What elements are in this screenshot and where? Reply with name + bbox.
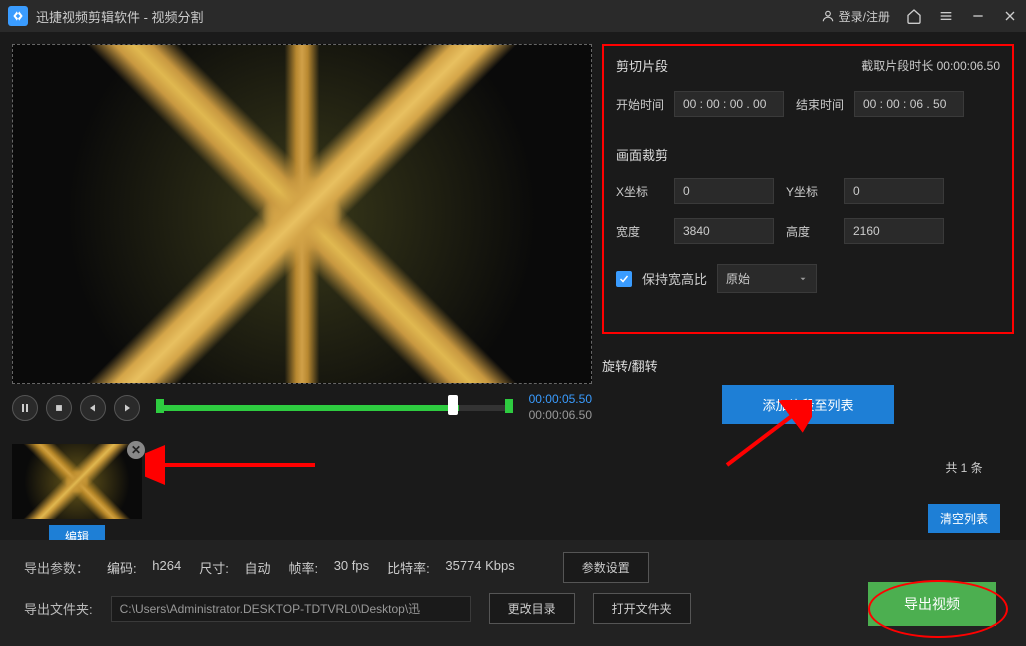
close-button[interactable]: [1002, 8, 1018, 24]
current-time: 00:00:05.50: [529, 392, 592, 408]
timeline-slider[interactable]: [156, 405, 513, 411]
segment-sidebar: 共 1 条 清空列表: [914, 444, 1014, 548]
pause-button[interactable]: [12, 395, 38, 421]
y-input[interactable]: [844, 178, 944, 204]
hamburger-icon: [938, 8, 954, 24]
playback-controls: 00:00:05.50 00:00:06.50: [12, 392, 592, 423]
home-button[interactable]: [906, 8, 922, 24]
prev-frame-button[interactable]: [80, 395, 106, 421]
param-settings-button[interactable]: 参数设置: [563, 552, 649, 583]
end-time-label: 结束时间: [796, 96, 846, 113]
app-logo: [8, 6, 28, 26]
check-icon: [618, 273, 630, 285]
menu-button[interactable]: [938, 8, 954, 24]
next-icon: [121, 402, 133, 414]
add-segment-button[interactable]: 添加片段至列表: [722, 385, 893, 424]
total-duration: 00:00:06.50: [529, 408, 592, 424]
y-label: Y坐标: [786, 183, 836, 200]
aspect-select[interactable]: 原始: [717, 264, 817, 293]
aspect-selected: 原始: [726, 270, 750, 287]
time-display: 00:00:05.50 00:00:06.50: [529, 392, 592, 423]
x-label: X坐标: [616, 183, 666, 200]
open-folder-button[interactable]: 打开文件夹: [593, 593, 691, 624]
clear-list-button[interactable]: 清空列表: [928, 504, 1000, 533]
stop-icon: [54, 403, 64, 413]
minimize-button[interactable]: [970, 8, 986, 24]
segment-count: 共 1 条: [945, 459, 982, 476]
segment-thumbnail[interactable]: ✕ 编辑: [12, 444, 142, 548]
user-icon: [821, 9, 835, 23]
thumbnail-image: [12, 444, 142, 519]
rotate-section-title: 旋转/翻转: [602, 356, 1014, 375]
main-content: 00:00:05.50 00:00:06.50 剪切片段 截取片段时长 00:0…: [0, 32, 1026, 436]
app-title: 迅捷视频剪辑软件 - 视频分割: [36, 7, 204, 26]
video-preview[interactable]: [12, 44, 592, 384]
keep-aspect-checkbox[interactable]: [616, 271, 632, 287]
left-panel: 00:00:05.50 00:00:06.50: [12, 44, 592, 424]
timeline-handle[interactable]: [448, 395, 458, 415]
height-label: 高度: [786, 223, 836, 240]
stop-button[interactable]: [46, 395, 72, 421]
export-bar: 导出参数： 编码: h264 尺寸: 自动 帧率: 30 fps 比特率: 35…: [0, 540, 1026, 646]
timeline-end-marker[interactable]: [505, 399, 513, 413]
cut-crop-panel: 剪切片段 截取片段时长 00:00:06.50 开始时间 结束时间 画面裁剪 X: [602, 44, 1014, 334]
home-icon: [906, 8, 922, 24]
crop-section-title: 画面裁剪: [616, 145, 1000, 164]
titlebar: 迅捷视频剪辑软件 - 视频分割 登录/注册: [0, 0, 1026, 32]
x-input[interactable]: [674, 178, 774, 204]
login-register-link[interactable]: 登录/注册: [821, 8, 890, 25]
start-time-input[interactable]: [674, 91, 784, 117]
width-label: 宽度: [616, 223, 666, 240]
right-panel: 剪切片段 截取片段时长 00:00:06.50 开始时间 结束时间 画面裁剪 X: [602, 44, 1014, 424]
next-frame-button[interactable]: [114, 395, 140, 421]
segment-area: ✕ 编辑 共 1 条 清空列表: [0, 444, 1026, 548]
start-time-label: 开始时间: [616, 96, 666, 113]
chevron-down-icon: [798, 274, 808, 284]
change-dir-button[interactable]: 更改目录: [489, 593, 575, 624]
export-video-button[interactable]: 导出视频: [868, 582, 996, 626]
close-icon: [1002, 8, 1018, 24]
thumbnail-list: ✕ 编辑: [12, 444, 914, 548]
height-input[interactable]: [844, 218, 944, 244]
export-params-label: 导出参数：: [24, 558, 89, 577]
keep-aspect-label: 保持宽高比: [642, 269, 707, 288]
login-label: 登录/注册: [839, 8, 890, 25]
export-folder-label: 导出文件夹:: [24, 599, 93, 618]
pause-icon: [19, 402, 31, 414]
minimize-icon: [970, 8, 986, 24]
prev-icon: [87, 402, 99, 414]
width-input[interactable]: [674, 218, 774, 244]
remove-segment-button[interactable]: ✕: [127, 441, 145, 459]
segment-duration: 截取片段时长 00:00:06.50: [861, 57, 1000, 74]
export-path-input[interactable]: [111, 596, 471, 622]
timeline-start-marker[interactable]: [156, 399, 164, 413]
end-time-input[interactable]: [854, 91, 964, 117]
cut-section-title: 剪切片段: [616, 56, 668, 75]
